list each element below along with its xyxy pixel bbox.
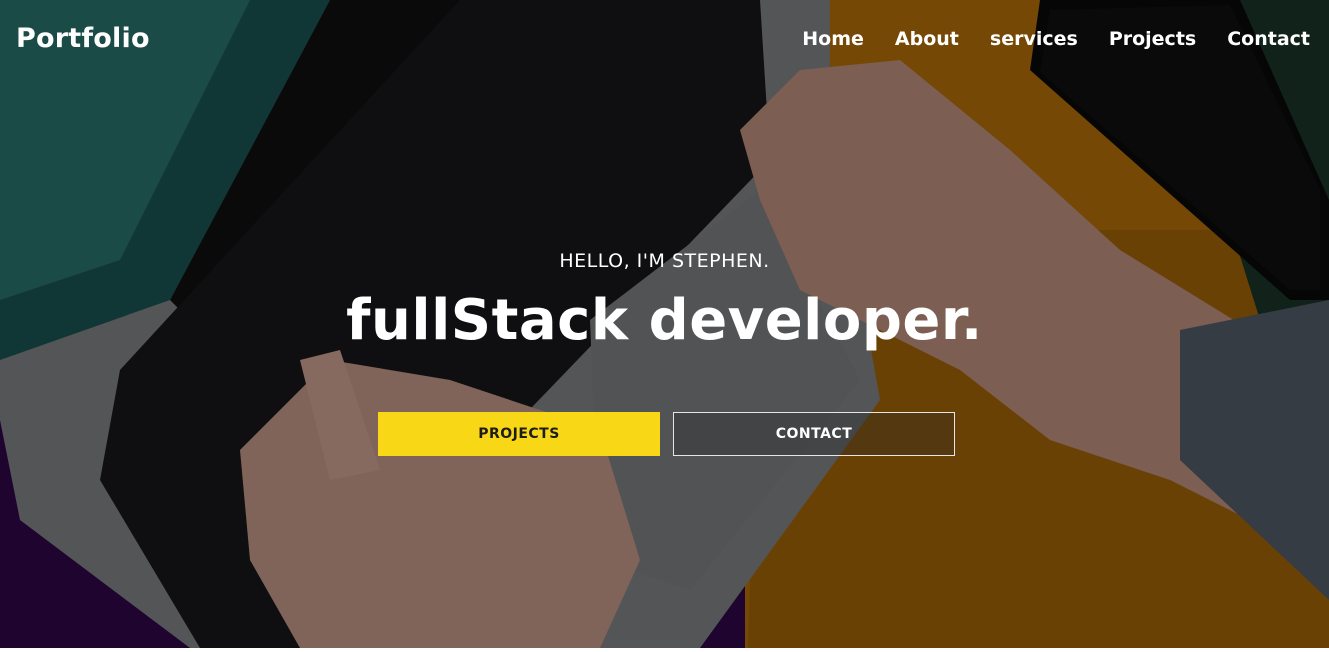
contact-button[interactable]: CONTACT [673, 412, 955, 456]
hero-headline: fullStack developer. [346, 288, 983, 353]
brand-logo[interactable]: Portfolio [16, 23, 150, 54]
navbar: Portfolio Home About services Projects C… [0, 0, 1329, 82]
page-bottom-edge [0, 648, 1329, 652]
nav-link-about[interactable]: About [895, 28, 959, 50]
hero-section: Portfolio Home About services Projects C… [0, 0, 1329, 648]
nav-link-contact[interactable]: Contact [1227, 28, 1310, 50]
nav-link-projects[interactable]: Projects [1109, 28, 1196, 50]
hero-buttons: PROJECTS CONTACT [378, 412, 955, 456]
nav-link-home[interactable]: Home [802, 28, 864, 50]
projects-button[interactable]: PROJECTS [378, 412, 660, 456]
nav-links: Home About services Projects Contact [771, 28, 1310, 50]
hero-greeting: HELLO, I'M STEPHEN. [559, 250, 770, 272]
nav-link-services[interactable]: services [990, 28, 1078, 50]
hero-content: HELLO, I'M STEPHEN. fullStack developer. [0, 250, 1329, 353]
